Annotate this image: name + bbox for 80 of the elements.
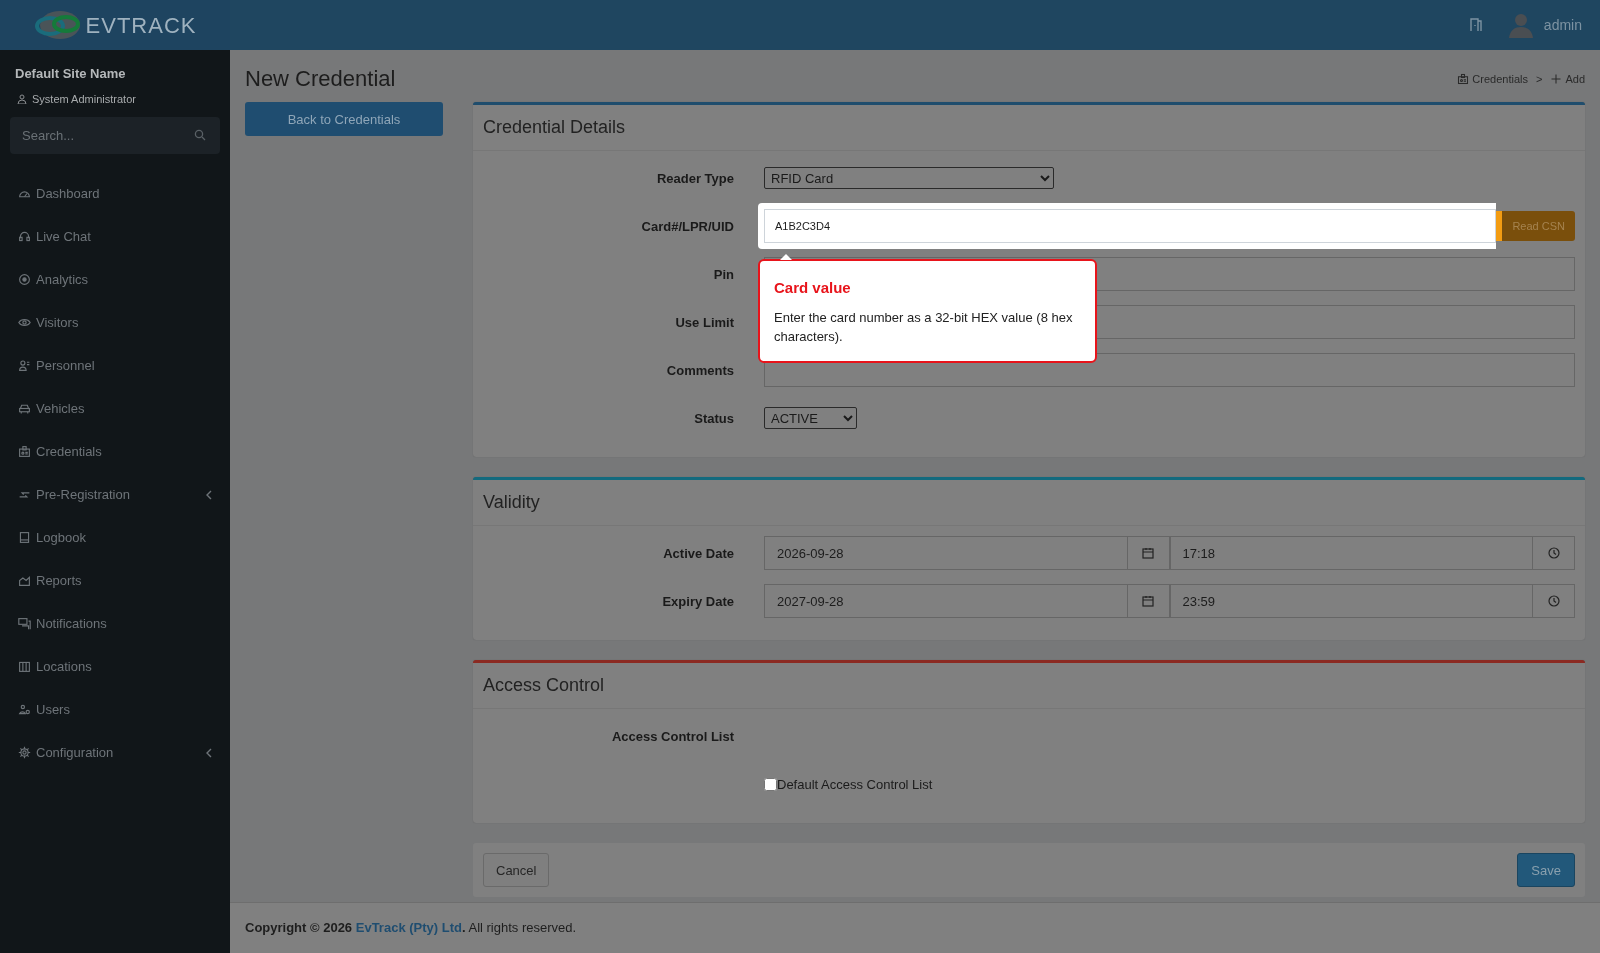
sidebar-item[interactable]: Reports	[10, 559, 220, 602]
company-link[interactable]: EvTrack (Pty) Ltd	[355, 920, 462, 936]
calendar-button[interactable]	[1127, 536, 1170, 571]
clock-icon	[1547, 547, 1560, 560]
checkbox[interactable]	[764, 777, 777, 791]
search-field[interactable]: Search...	[10, 117, 220, 154]
time-field[interactable]: 23:59	[1169, 584, 1533, 619]
tooltip-text: Enter the card number as a 32-bit HEX value (8 hex characters).	[774, 308, 1074, 346]
clock-icon	[1547, 595, 1560, 608]
logo-text: EVTRACK	[85, 11, 197, 40]
field-label: Card#/LPR/UID	[641, 218, 734, 234]
card-title: Validity	[473, 480, 1585, 527]
book-icon	[18, 531, 31, 544]
field-label: Expiry Date	[662, 593, 734, 609]
breadcrumb-link[interactable]: Add	[1550, 70, 1585, 88]
dropdown[interactable]: RFID Card	[764, 167, 1054, 190]
date-field[interactable]: 2027-09-28	[764, 584, 1128, 619]
car-icon	[18, 402, 31, 415]
id-badge-icon	[18, 445, 31, 458]
avatar-icon	[1507, 12, 1534, 38]
dropdown[interactable]: ACTIVE	[764, 407, 857, 430]
card-title: Credential Details	[473, 105, 1585, 152]
field-label: Use Limit	[675, 314, 734, 330]
user-name: admin	[1543, 15, 1582, 35]
tooltip-title: Card value	[774, 278, 852, 299]
field-label: Comments	[666, 362, 734, 378]
sidebar-item[interactable]: Credentials	[10, 430, 220, 473]
users-icon	[18, 703, 31, 716]
person-icon	[18, 359, 31, 372]
sidebar-item[interactable]: Users	[10, 688, 220, 731]
field-label: Pin	[713, 266, 734, 282]
sidebar-item[interactable]: Pre-Registration	[10, 473, 220, 516]
clock-button[interactable]	[1533, 584, 1575, 619]
input-field[interactable]: A1B2C3D4	[764, 209, 1497, 244]
sidebar-item[interactable]: Dashboard	[10, 172, 220, 215]
field-label: Access Control List	[611, 728, 734, 744]
calendar-button[interactable]	[1127, 584, 1170, 619]
sidebar-item[interactable]: Live Chat	[10, 215, 220, 258]
sidebar-item[interactable]: Notifications	[10, 602, 220, 645]
page-title: New Credential	[245, 66, 396, 93]
headset-icon	[18, 230, 31, 243]
sidebar-item[interactable]: Personnel	[10, 344, 220, 387]
checkbox-label: Default Access Control List	[777, 775, 933, 794]
date-field[interactable]: 2026-09-28	[764, 536, 1128, 571]
clock-button[interactable]	[1533, 536, 1575, 571]
eye-icon	[18, 316, 31, 329]
calendar-icon	[1142, 547, 1154, 560]
logo-icon	[33, 10, 82, 40]
chart-icon	[18, 574, 31, 587]
sidebar-item[interactable]: Vehicles	[10, 387, 220, 430]
cancel-button[interactable]: Cancel	[483, 853, 550, 888]
door-icon	[1469, 18, 1482, 32]
breadcrumb-link[interactable]: Credentials	[1457, 70, 1528, 88]
user-icon	[17, 93, 27, 104]
field-label: Reader Type	[656, 170, 734, 186]
plus-icon	[1550, 73, 1563, 86]
card-title: Access Control	[473, 663, 1585, 710]
target-icon	[18, 273, 31, 286]
gear-icon	[18, 746, 31, 759]
site-name: Default Site Name	[14, 65, 127, 83]
field-label: Status	[694, 410, 734, 426]
search-icon	[194, 129, 206, 141]
back-button[interactable]: Back to Credentials	[245, 102, 443, 137]
id-badge-icon	[1457, 73, 1470, 86]
sidebar-item[interactable]: Visitors	[10, 301, 220, 344]
read-button[interactable]: Read CSN	[1496, 211, 1575, 242]
chat-icon	[18, 617, 31, 630]
save-button[interactable]: Save	[1517, 853, 1575, 888]
sidebar-item[interactable]: Locations	[10, 645, 220, 688]
copyright-text: Copyright © 2026 EvTrack (Pty) Ltd. All rights reserved.	[245, 919, 577, 938]
field-label: Active Date	[663, 545, 734, 561]
breadcrumb-separator: >	[1536, 71, 1543, 87]
calendar-icon	[1142, 595, 1154, 608]
user-menu[interactable]: admin	[1507, 12, 1582, 38]
time-field[interactable]: 17:18	[1169, 536, 1533, 571]
sidebar-item[interactable]: Logbook	[10, 516, 220, 559]
sidebar-item[interactable]: Analytics	[10, 258, 220, 301]
map-icon	[18, 660, 31, 673]
sidebar-item[interactable]: Configuration	[10, 731, 220, 774]
user-role: System Administrator	[32, 91, 136, 107]
